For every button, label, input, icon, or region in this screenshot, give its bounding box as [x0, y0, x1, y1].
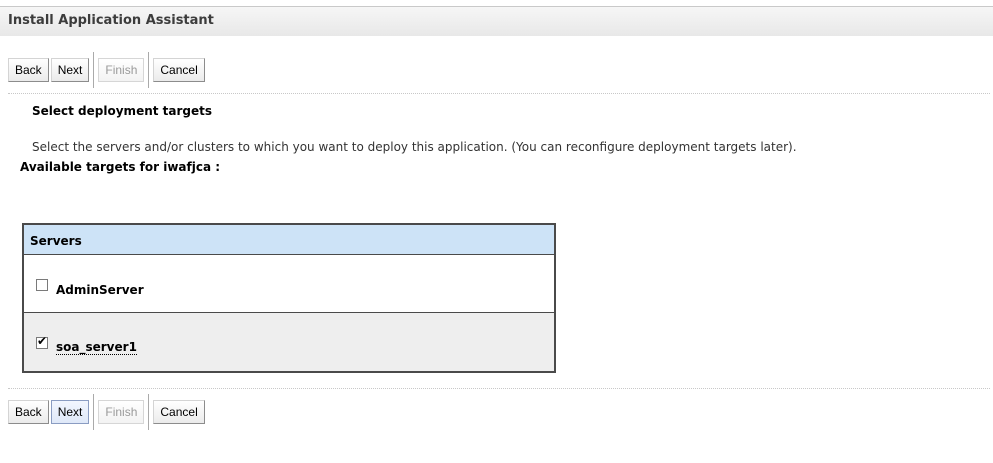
finish-button-bottom[interactable]: Finish	[98, 400, 145, 424]
button-separator	[148, 52, 150, 88]
section-description: Select the servers and/or clusters to wh…	[32, 140, 797, 154]
back-button-top[interactable]: Back	[8, 58, 49, 82]
checkmark-icon: ✔	[37, 334, 48, 348]
finish-button-top[interactable]: Finish	[98, 58, 145, 82]
cancel-button-top[interactable]: Cancel	[153, 58, 205, 82]
soa-server1-checkbox[interactable]: ✔	[36, 334, 48, 349]
bottom-button-bar: Back Next Finish Cancel	[8, 394, 207, 430]
next-button-top[interactable]: Next	[50, 58, 90, 82]
adminserver-label[interactable]: AdminServer	[56, 283, 144, 297]
top-button-bar: Back Next Finish Cancel	[8, 52, 207, 88]
button-separator	[148, 394, 150, 430]
divider-top	[8, 93, 990, 94]
server-row-soa-server1: ✔ soa_server1	[24, 313, 554, 371]
assistant-title-bar: Install Application Assistant	[0, 6, 993, 36]
assistant-title: Install Application Assistant	[8, 13, 214, 28]
button-separator	[93, 52, 95, 88]
servers-table: Servers AdminServer ✔ soa_server1	[22, 223, 556, 373]
section-heading: Select deployment targets	[32, 104, 213, 118]
adminserver-checkbox[interactable]	[36, 279, 48, 291]
divider-bottom	[8, 388, 990, 389]
soa-server1-label[interactable]: soa_server1	[56, 340, 137, 355]
available-targets-label: Available targets for iwafjca :	[20, 160, 221, 174]
next-button-bottom[interactable]: Next	[50, 400, 90, 424]
back-button-bottom[interactable]: Back	[8, 400, 49, 424]
servers-table-header: Servers	[24, 225, 554, 255]
cancel-button-bottom[interactable]: Cancel	[153, 400, 205, 424]
server-row-adminserver: AdminServer	[24, 255, 554, 313]
servers-column-header: Servers	[30, 234, 82, 248]
button-separator	[93, 394, 95, 430]
